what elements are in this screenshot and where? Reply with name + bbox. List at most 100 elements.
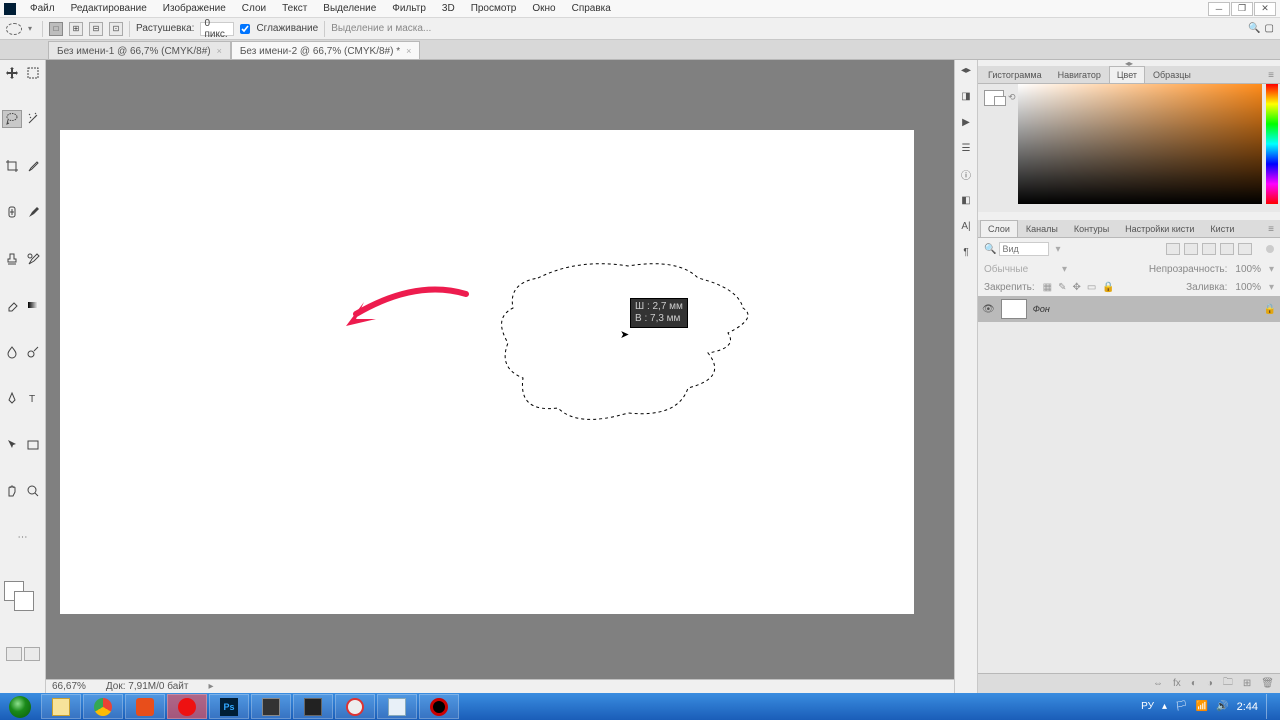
taskbar-photoshop-icon[interactable]: Ps bbox=[209, 694, 249, 719]
more-tools-icon[interactable]: ⋯ bbox=[2, 529, 43, 547]
link-layers-icon[interactable]: ⇔ bbox=[1153, 678, 1163, 689]
taskbar-explorer-icon[interactable] bbox=[41, 694, 81, 719]
color-tab[interactable]: Цвет bbox=[1109, 66, 1145, 83]
layer-fx-icon[interactable]: fx bbox=[1173, 678, 1181, 689]
layer-group-icon[interactable]: 🗀 bbox=[1223, 675, 1233, 692]
selection-subtract-icon[interactable]: ⊟ bbox=[89, 22, 103, 36]
window-maximize-icon[interactable]: ❐ bbox=[1231, 2, 1253, 16]
layers-tab[interactable]: Слои bbox=[980, 220, 1018, 237]
opacity-value[interactable]: 100% bbox=[1235, 264, 1261, 275]
layer-row[interactable]: 👁 Фон 🔒 bbox=[978, 296, 1280, 322]
menu-edit[interactable]: Редактирование bbox=[63, 1, 155, 16]
actions-panel-icon[interactable]: ▶ bbox=[958, 114, 974, 130]
brushes-tab[interactable]: Кисти bbox=[1202, 220, 1242, 237]
lock-position-icon[interactable]: ✥ bbox=[1073, 282, 1081, 293]
zoom-level[interactable]: 66,67% bbox=[52, 681, 86, 692]
window-minimize-icon[interactable]: ─ bbox=[1208, 2, 1230, 16]
status-menu-icon[interactable]: ▸ bbox=[208, 681, 213, 692]
layer-thumbnail[interactable] bbox=[1001, 299, 1027, 319]
feather-input[interactable]: 0 пикс. bbox=[200, 22, 234, 36]
lock-artboard-icon[interactable]: ▭ bbox=[1087, 282, 1096, 293]
menu-text[interactable]: Текст bbox=[274, 1, 315, 16]
current-tool-icon[interactable] bbox=[6, 23, 22, 35]
blend-mode-select[interactable]: Обычные bbox=[984, 264, 1054, 275]
layer-name[interactable]: Фон bbox=[1033, 304, 1050, 314]
canvas-viewport[interactable]: Ш : 2,7 мм В : 7,3 мм ➤ 66,67% Док: 7,91… bbox=[46, 60, 954, 693]
properties-panel-icon[interactable]: ☰ bbox=[958, 140, 974, 156]
filter-type-icon[interactable] bbox=[1202, 243, 1216, 255]
refine-edge-button[interactable]: Выделение и маска... bbox=[331, 23, 431, 34]
language-indicator[interactable]: РУ bbox=[1141, 701, 1154, 712]
filter-pixel-icon[interactable] bbox=[1166, 243, 1180, 255]
menu-filter[interactable]: Фильтр bbox=[384, 1, 434, 16]
tool-preset-dropdown[interactable]: ▾ bbox=[28, 24, 36, 33]
menu-select[interactable]: Выделение bbox=[315, 1, 384, 16]
taskbar-chrome-icon[interactable] bbox=[83, 694, 123, 719]
document-tab[interactable]: Без имени-2 @ 66,7% (CMYK/8#) * × bbox=[231, 41, 421, 59]
filter-search-icon[interactable]: 🔍 bbox=[984, 244, 996, 255]
new-layer-icon[interactable]: ⊞ bbox=[1243, 678, 1251, 689]
eyedropper-tool-icon[interactable] bbox=[23, 157, 43, 175]
start-button[interactable] bbox=[0, 693, 40, 720]
crop-tool-icon[interactable] bbox=[2, 157, 22, 175]
search-icon[interactable]: 🔍 bbox=[1248, 23, 1260, 34]
menu-image[interactable]: Изображение bbox=[155, 1, 234, 16]
selection-new-icon[interactable]: □ bbox=[49, 22, 63, 36]
swatches-tab[interactable]: Образцы bbox=[1145, 66, 1199, 83]
panel-menu-icon[interactable]: ≡ bbox=[1262, 67, 1280, 83]
history-brush-tool-icon[interactable] bbox=[23, 250, 43, 268]
taskbar-app-icon[interactable] bbox=[335, 694, 375, 719]
paragraph-panel-icon[interactable]: ¶ bbox=[958, 244, 974, 260]
filter-smart-icon[interactable] bbox=[1238, 243, 1252, 255]
move-tool-icon[interactable] bbox=[2, 64, 22, 82]
filter-shape-icon[interactable] bbox=[1220, 243, 1234, 255]
lock-transparent-icon[interactable]: ▦ bbox=[1043, 282, 1052, 293]
tray-network-icon[interactable]: 📶 bbox=[1196, 701, 1208, 712]
history-panel-icon[interactable]: ◨ bbox=[958, 88, 974, 104]
taskbar-notepad-icon[interactable] bbox=[377, 694, 417, 719]
color-picker-gradient[interactable] bbox=[1018, 84, 1262, 204]
path-select-tool-icon[interactable] bbox=[2, 436, 22, 454]
panel-menu-icon[interactable]: ≡ bbox=[1262, 221, 1280, 237]
menu-layers[interactable]: Слои bbox=[234, 1, 274, 16]
show-desktop-button[interactable] bbox=[1266, 694, 1274, 719]
filter-dropdown-icon[interactable]: ▾ bbox=[1055, 244, 1060, 255]
filter-toggle-icon[interactable] bbox=[1266, 245, 1274, 253]
info-panel-icon[interactable]: ⓘ bbox=[958, 166, 974, 182]
selection-intersect-icon[interactable]: ⊡ bbox=[109, 22, 123, 36]
menu-window[interactable]: Окно bbox=[524, 1, 563, 16]
taskbar-app-icon[interactable] bbox=[293, 694, 333, 719]
paths-tab[interactable]: Контуры bbox=[1066, 220, 1117, 237]
color-bg-swatch[interactable] bbox=[994, 96, 1006, 106]
zoom-tool-icon[interactable] bbox=[23, 482, 43, 500]
blur-tool-icon[interactable] bbox=[2, 343, 22, 361]
panel-grip-icon[interactable]: ◂▸ bbox=[958, 62, 974, 78]
pen-tool-icon[interactable] bbox=[2, 389, 22, 407]
hand-tool-icon[interactable] bbox=[2, 482, 22, 500]
lasso-tool-icon[interactable] bbox=[2, 110, 22, 128]
hue-slider[interactable] bbox=[1266, 84, 1278, 204]
delete-layer-icon[interactable]: 🗑 bbox=[1261, 678, 1274, 689]
magic-wand-tool-icon[interactable] bbox=[23, 110, 43, 128]
channels-tab[interactable]: Каналы bbox=[1018, 220, 1066, 237]
visibility-icon[interactable]: 👁 bbox=[982, 304, 995, 315]
document-tab[interactable]: Без имени-1 @ 66,7% (CMYK/8#) × bbox=[48, 41, 231, 59]
menu-file[interactable]: Файл bbox=[22, 1, 63, 16]
tray-arrow-icon[interactable]: ▴ bbox=[1162, 701, 1167, 712]
layer-filter-input[interactable] bbox=[999, 242, 1049, 256]
taskbar-clock[interactable]: 2:44 bbox=[1237, 701, 1258, 713]
workspace-icon[interactable]: ▢ bbox=[1265, 23, 1274, 34]
brush-settings-tab[interactable]: Настройки кисти bbox=[1117, 220, 1202, 237]
window-close-icon[interactable]: ✕ bbox=[1254, 2, 1276, 16]
tab-close-icon[interactable]: × bbox=[217, 46, 222, 56]
healing-brush-tool-icon[interactable] bbox=[2, 203, 22, 221]
navigator-tab[interactable]: Навигатор bbox=[1050, 66, 1109, 83]
menu-help[interactable]: Справка bbox=[564, 1, 619, 16]
standard-mode-icon[interactable] bbox=[6, 647, 22, 661]
swap-colors-icon[interactable]: ⟲ bbox=[1008, 92, 1016, 103]
background-color[interactable] bbox=[14, 591, 34, 611]
type-tool-icon[interactable]: T bbox=[23, 389, 43, 407]
selection-add-icon[interactable]: ⊞ bbox=[69, 22, 83, 36]
menu-view[interactable]: Просмотр bbox=[463, 1, 525, 16]
lock-pixels-icon[interactable]: ✎ bbox=[1058, 282, 1066, 293]
